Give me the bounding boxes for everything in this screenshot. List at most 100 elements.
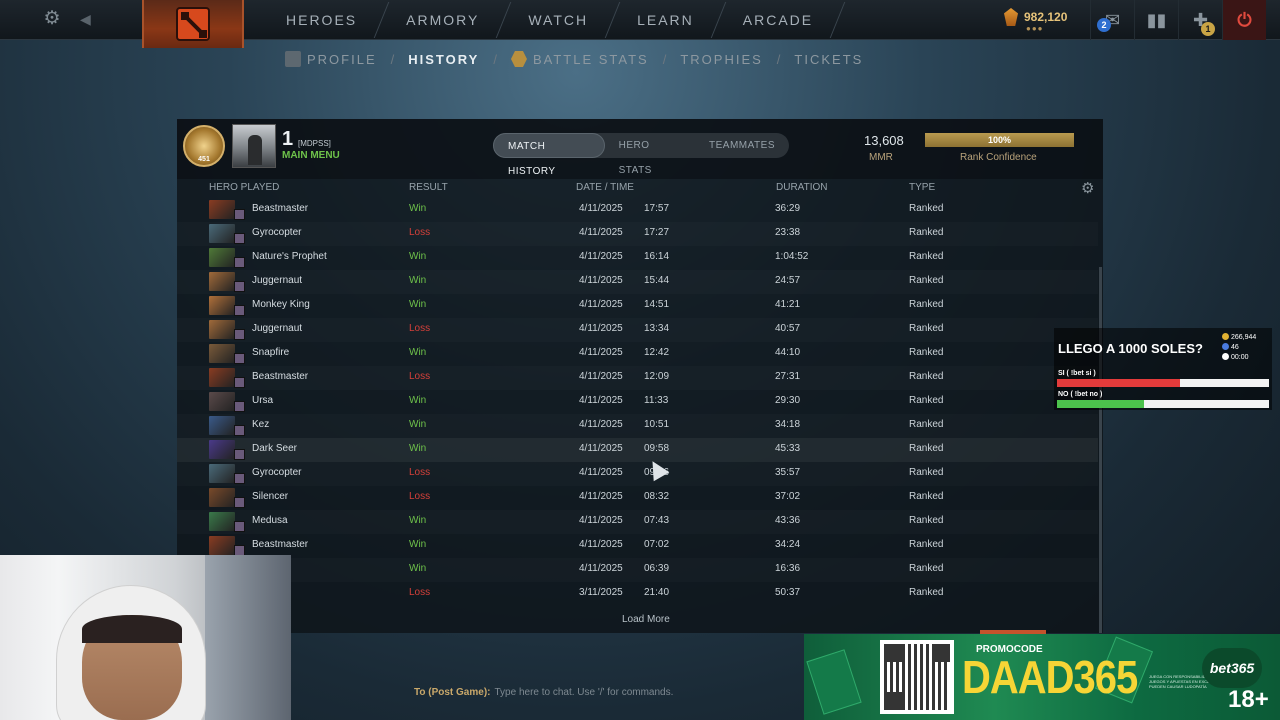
card-decoration	[806, 649, 862, 715]
rank-confidence-bar: 100%	[925, 133, 1074, 147]
tab-hero-stats[interactable]: HERO STATS	[605, 133, 695, 176]
match-row[interactable]: Beastmaster Loss 4/11/2025 12:09 27:31 Ranked	[177, 366, 1098, 390]
match-time: 13:34	[644, 323, 670, 334]
match-type: Ranked	[909, 443, 944, 454]
profile-avatar-icon	[285, 51, 301, 67]
match-result: Win	[409, 419, 427, 430]
settings-gear-icon[interactable]: ⚙	[42, 9, 62, 29]
nav-watch[interactable]: WATCH	[504, 12, 612, 28]
match-row[interactable]: Ursa Win 4/11/2025 11:33 29:30 Ranked	[177, 390, 1098, 414]
battle-stats-icon	[510, 51, 527, 67]
player-avatar[interactable]	[232, 124, 276, 168]
match-row[interactable]: Dark Seer Win 4/11/2025 09:58 45:33 Ranked	[177, 438, 1098, 462]
match-row[interactable]: Beastmaster Win 4/11/2025 17:57 36:29 Ranked	[177, 198, 1098, 222]
match-date: 4/11/2025	[579, 203, 623, 214]
notifications-button[interactable]: ✚ 1	[1178, 0, 1222, 40]
top-right-icons: ✉ 2 ▮▮ ✚ 1 ⏻	[1090, 0, 1266, 40]
match-row[interactable]: Kez Win 4/11/2025 10:51 34:18 Ranked	[177, 414, 1098, 438]
match-row[interactable]: Beastmaster Win 4/11/2025 07:02 34:24 Ranked	[177, 534, 1098, 558]
match-result: Win	[409, 299, 427, 310]
promo-code: DAAD365	[962, 652, 1138, 704]
match-row[interactable]: Win 4/11/2025 06:39 16:36 Ranked	[177, 558, 1098, 582]
bet-no-fill	[1057, 400, 1144, 408]
match-time: 08:32	[644, 491, 670, 502]
match-list-scrollbar[interactable]	[1099, 267, 1102, 633]
hero-item-icon	[234, 497, 245, 508]
subnav-separator: /	[493, 51, 497, 67]
column-result[interactable]: RESULT	[409, 182, 448, 193]
chat-input[interactable]: To (Post Game): Type here to chat. Use '/…	[414, 687, 673, 698]
match-type: Ranked	[909, 227, 944, 238]
column-hero-played[interactable]: HERO PLAYED	[209, 182, 279, 193]
subnav-profile[interactable]: PROFILE	[285, 51, 377, 67]
match-time: 17:57	[644, 203, 670, 214]
hero-name: Gyrocopter	[252, 227, 302, 238]
match-result: Win	[409, 395, 427, 406]
hero-item-icon	[234, 209, 245, 220]
match-duration: 16:36	[775, 563, 801, 574]
match-duration: 23:38	[775, 227, 801, 238]
shard-currency[interactable]: 982,120 ●●●	[1004, 8, 1067, 33]
tab-teammates[interactable]: TEAMMATES	[695, 133, 789, 158]
match-result: Loss	[409, 491, 431, 502]
tab-match-history[interactable]: MATCH HISTORY	[493, 133, 605, 177]
power-icon: ⏻	[1237, 9, 1252, 30]
hero-name: Gyrocopter	[252, 467, 302, 478]
match-row[interactable]: Nature's Prophet Win 4/11/2025 16:14 1:04:52…	[177, 246, 1098, 270]
subnav-trophies[interactable]: TROPHIES	[680, 52, 762, 67]
bet-question: LLEGO A 1000 SOLES?	[1058, 341, 1203, 356]
chat-placeholder: Type here to chat. Use '/' for commands.	[494, 687, 674, 698]
hero-portrait	[209, 416, 235, 435]
match-row[interactable]: Snapfire Win 4/11/2025 12:42 44:10 Ranked	[177, 342, 1098, 366]
inventory-button[interactable]: ▮▮	[1134, 0, 1178, 40]
column-date-time[interactable]: DATE / TIME	[576, 182, 634, 193]
nav-learn[interactable]: LEARN	[613, 12, 718, 28]
column-duration[interactable]: DURATION	[776, 182, 827, 193]
match-result: Win	[409, 203, 427, 214]
back-arrow-icon[interactable]: ◀	[80, 9, 96, 29]
match-type: Ranked	[909, 491, 944, 502]
match-row[interactable]: Juggernaut Loss 4/11/2025 13:34 40:57 Ranked	[177, 318, 1098, 342]
match-row[interactable]: Medusa Win 4/11/2025 07:43 43:36 Ranked	[177, 510, 1098, 534]
hero-item-icon	[234, 257, 245, 268]
match-result: Win	[409, 515, 427, 526]
mail-button[interactable]: ✉ 2	[1090, 0, 1134, 40]
nav-armory[interactable]: ARMORY	[382, 12, 503, 28]
rank-number: 451	[198, 156, 210, 163]
match-duration: 29:30	[775, 395, 801, 406]
match-row[interactable]: Silencer Loss 4/11/2025 08:32 37:02 Ranked	[177, 486, 1098, 510]
hero-name: Beastmaster	[252, 371, 309, 382]
subnav-history[interactable]: HISTORY	[408, 52, 479, 67]
match-result: Loss	[409, 227, 431, 238]
match-row[interactable]: osLoss3/11/202521:4050:37Ranked	[177, 582, 1098, 606]
match-row[interactable]: Monkey King Win 4/11/2025 14:51 41:21 Ranked	[177, 294, 1098, 318]
match-date: 4/11/2025	[579, 419, 623, 430]
subnav-tickets[interactable]: TICKETS	[794, 52, 863, 67]
match-date: 4/11/2025	[579, 491, 623, 502]
player-header: 451 1 [MDPSS] MAIN MENU MATCH HISTORY HE…	[177, 119, 1103, 179]
match-row[interactable]: Gyrocopter Loss 4/11/2025 09:06 35:57 Ranked	[177, 462, 1098, 486]
qr-pattern	[884, 644, 950, 710]
match-result: Loss	[409, 323, 431, 334]
match-date: 4/11/2025	[579, 539, 623, 550]
exit-button[interactable]: ⏻	[1222, 0, 1266, 40]
dota-home-button[interactable]	[142, 0, 244, 48]
rank-medal-icon: 451	[183, 125, 225, 167]
hero-portrait	[209, 440, 235, 459]
nav-arcade[interactable]: ARCADE	[719, 12, 837, 28]
match-row[interactable]: Juggernaut Win 4/11/2025 15:44 24:57 Ranked	[177, 270, 1098, 294]
match-result: Win	[409, 563, 427, 574]
match-duration: 44:10	[775, 347, 801, 358]
nav-heroes[interactable]: HEROES	[262, 12, 381, 28]
bet-yes-label: SI ( !bet si )	[1058, 370, 1096, 377]
column-type[interactable]: TYPE	[909, 182, 935, 193]
load-more-button[interactable]: Load More	[622, 614, 670, 625]
chat-channel: To (Post Game):	[414, 687, 491, 698]
match-duration: 34:18	[775, 419, 801, 430]
match-row[interactable]: Gyrocopter Loss 4/11/2025 17:27 23:38 Ranked	[177, 222, 1098, 246]
table-settings-gear-icon[interactable]: ⚙	[1081, 179, 1094, 197]
bet-points: 266,944	[1231, 334, 1257, 341]
subnav-battle-stats[interactable]: BATTLE STATS	[510, 51, 649, 67]
match-type: Ranked	[909, 371, 944, 382]
match-result: Win	[409, 347, 427, 358]
